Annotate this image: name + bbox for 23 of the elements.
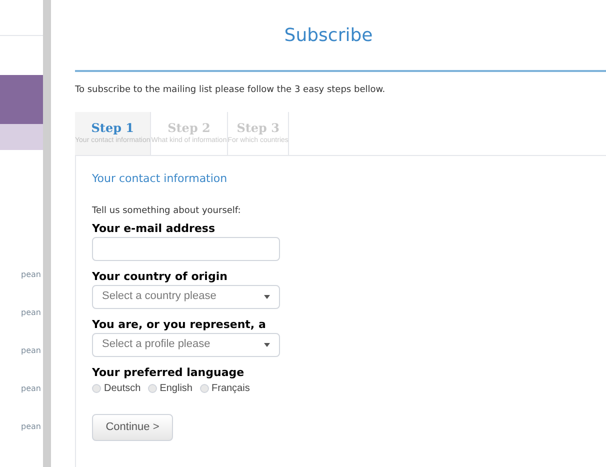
lead-text: Tell us something about yourself: <box>92 205 242 218</box>
step-title: Step 1 <box>91 120 134 136</box>
dropdown-arrow-icon <box>264 294 270 298</box>
dropdown-arrow-icon <box>264 342 270 346</box>
field-label: Your preferred language <box>92 364 246 380</box>
radio-option[interactable]: Deutsch <box>92 380 141 396</box>
field-label: Your e-mail address <box>92 220 216 236</box>
sidebar-item[interactable]: pean <box>21 383 41 395</box>
continue-button[interactable]: Continue > <box>92 414 173 440</box>
radio-option[interactable]: Français <box>200 380 250 396</box>
intro-text: To subscribe to the mailing list please follow the 3 easy steps bellow. <box>75 84 386 97</box>
sidebar-item[interactable]: pean <box>21 345 41 357</box>
select-field[interactable]: Select a profile please <box>92 332 280 356</box>
sidebar-item[interactable]: pean <box>21 421 41 433</box>
section-heading: Your contact information <box>92 170 228 186</box>
sidebar-item[interactable]: pean <box>21 269 41 281</box>
field-label: Your country of origin <box>92 268 228 284</box>
field-label: You are, or you represent, a <box>92 316 267 332</box>
page-title: Subscribe <box>283 24 374 48</box>
radio-option[interactable]: English <box>148 380 192 396</box>
sidebar-item[interactable]: pean <box>21 307 41 319</box>
select-field[interactable]: Select a country please <box>92 284 280 308</box>
email-field[interactable] <box>92 236 280 260</box>
